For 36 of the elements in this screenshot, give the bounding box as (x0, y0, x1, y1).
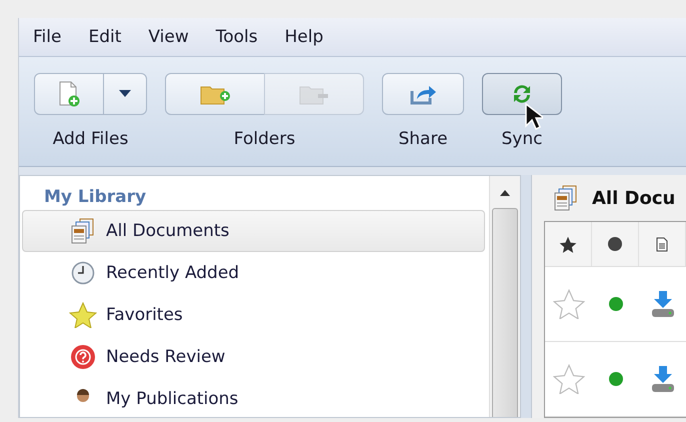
sidebar-item[interactable]: All Documents (22, 210, 485, 252)
library-heading: My Library (43, 186, 148, 209)
star-icon (69, 302, 97, 328)
scrollbar[interactable] (489, 176, 520, 417)
menu-item[interactable]: File (33, 27, 62, 47)
sidebar-item[interactable]: Favorites (22, 294, 485, 336)
document-column-icon (656, 236, 668, 252)
star-column-icon (559, 236, 577, 252)
documents-icon (554, 185, 578, 211)
download-icon (650, 365, 676, 393)
menu-item[interactable]: Tools (216, 27, 258, 47)
menu-item[interactable]: View (148, 27, 189, 47)
status-column-icon (608, 237, 622, 251)
toolbar-label: Add Files (52, 129, 128, 149)
menu-item[interactable]: Help (284, 27, 324, 47)
scroll-up-icon (500, 190, 510, 196)
toolbar-label: Share (398, 129, 448, 149)
add-file-icon (57, 81, 81, 107)
toolbar-label: Sync (502, 129, 542, 149)
sidebar-item[interactable]: Needs Review (22, 336, 485, 378)
download-icon (650, 290, 676, 318)
toolbar-label: Folders (234, 129, 296, 149)
add-folder-button[interactable] (165, 73, 265, 115)
caret-icon (119, 90, 131, 98)
dropdown-button[interactable] (103, 73, 147, 115)
panel-title: All Docu (592, 188, 676, 208)
mouse-cursor-icon (525, 103, 543, 131)
sync-button[interactable] (482, 73, 562, 115)
sidebar-item[interactable]: Recently Added (22, 252, 485, 294)
question-icon (70, 344, 96, 370)
clock-icon (71, 261, 95, 285)
menu-item[interactable]: Edit (88, 27, 122, 47)
sidebar-item[interactable]: My Publications (22, 378, 485, 417)
share-icon (409, 83, 437, 105)
documents-icon (71, 218, 95, 244)
share-button[interactable] (382, 73, 464, 115)
